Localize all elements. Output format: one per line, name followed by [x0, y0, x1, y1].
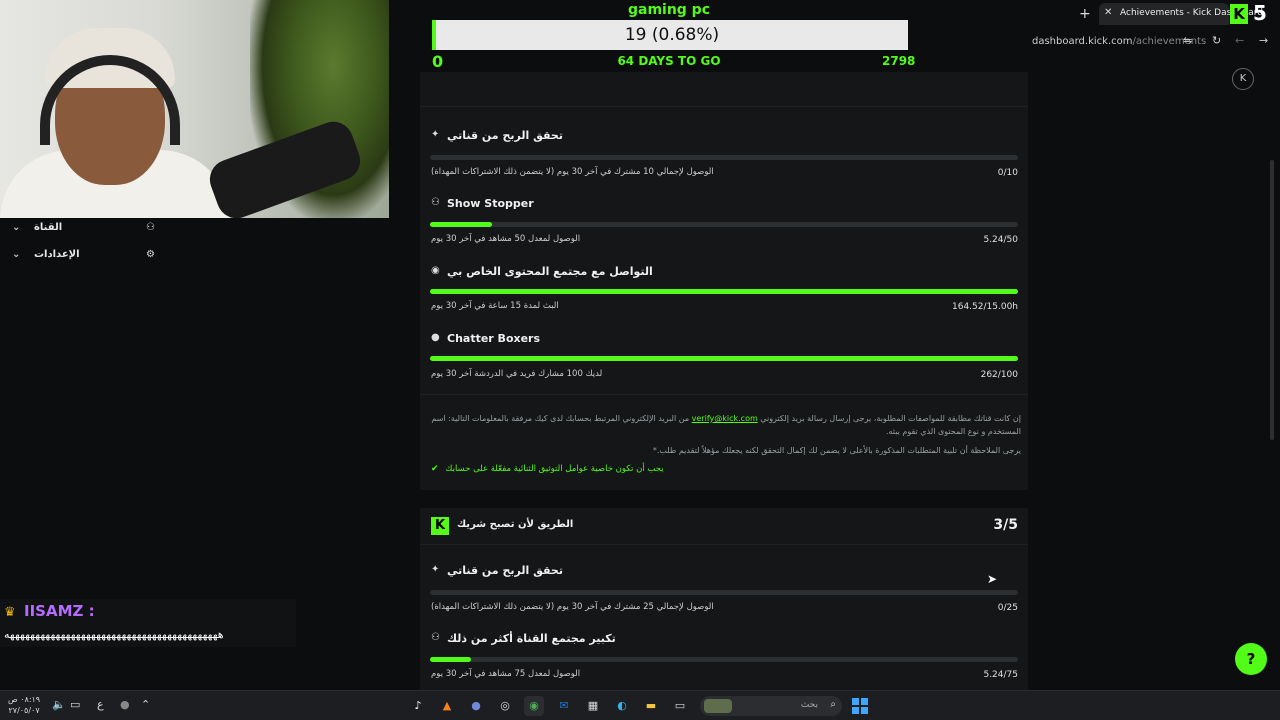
- chat-username: IISAMZ :: [24, 602, 95, 620]
- achievement-progress: [430, 356, 1018, 361]
- verification-disclaimer: يرجى الملاحظة أن تلبية المتطلبات المذكور…: [652, 446, 1021, 455]
- partner-card: ✦ تحقق الربح من قناتي الوصول لإجمالي 25 …: [420, 544, 1028, 690]
- network-icon[interactable]: ▭: [70, 698, 80, 711]
- sidebar-item-label: القناة: [34, 222, 63, 233]
- achievement-title: تحقق الربح من قناتي: [447, 129, 563, 142]
- section-count: 3/5: [993, 517, 1018, 533]
- achievement-title: تكبير مجتمع القناة أكثر من ذلك: [447, 632, 616, 645]
- site-settings-icon[interactable]: ⇋: [1183, 34, 1192, 47]
- chat-message: ♛ IISAMZ : ههههههههههههههههههههههههههههه…: [0, 599, 296, 647]
- chevron-down-icon[interactable]: ⌄: [12, 222, 20, 233]
- mouse-cursor-icon: ➤: [987, 572, 998, 586]
- achievement-progress: [430, 590, 1018, 595]
- browser-tab[interactable]: ✕ Achievements - Kick Dashboard: [1099, 3, 1263, 25]
- achievement-desc: الوصول لمعدل 75 مشاهد في آخر 30 يوم: [431, 669, 581, 679]
- windows-start-icon[interactable]: [852, 698, 868, 714]
- taskview-icon[interactable]: ▭: [670, 696, 690, 716]
- achievement-value: 164.52/15.00h: [952, 302, 1018, 312]
- sparkle-icon: ✦: [431, 129, 440, 140]
- channel-icon: ⚇: [146, 222, 155, 233]
- requirement-item: ✔ يجب أن تكون خاصية عوامل التوثيق الثنائ…: [431, 464, 664, 474]
- help-button[interactable]: ?: [1235, 643, 1267, 675]
- chevron-down-icon[interactable]: ⌄: [12, 249, 20, 260]
- kick-menu-button[interactable]: K: [1232, 68, 1254, 90]
- requirement-text: يجب أن تكون خاصية عوامل التوثيق الثنائية…: [445, 464, 664, 474]
- sidebar-item-channel[interactable]: ⌄ القناة ⚇: [0, 220, 170, 238]
- check-icon: ✔: [431, 464, 439, 474]
- language-indicator[interactable]: ع: [97, 698, 104, 711]
- goal-title: gaming pc: [627, 2, 711, 18]
- tray-chevron-icon[interactable]: ⌃: [141, 698, 150, 711]
- achievement-progress: [430, 289, 1018, 294]
- achievement-value: 262/100: [980, 370, 1018, 380]
- search-icon: ⌕: [830, 699, 836, 710]
- goal-progress-bar: 19 (0.68%): [432, 20, 908, 50]
- verification-note: إن كانت قناتك مطابقة للمواصفات المطلوبة،…: [431, 414, 1021, 436]
- chat-message-text: هههههههههههههههههههههههههههههههههههههههه…: [4, 628, 225, 641]
- scrollbar[interactable]: [1270, 160, 1274, 440]
- taskbar-clock[interactable]: ٠٨:١٩ ص ٢٧/٠٥/٠٧: [8, 694, 40, 716]
- outlook-icon[interactable]: ✉: [554, 696, 574, 716]
- address-bar[interactable]: dashboard.kick.com/achievements: [1032, 36, 1206, 47]
- section-title: الطريق لأن تصبح شريك: [457, 519, 574, 530]
- taskbar: ٠٨:١٩ ص ٢٧/٠٥/٠٧ 🔈 ▭ ع ● ⌃ ♪ ▲ ● ◎ ◉ ✉ ▦…: [0, 690, 1280, 720]
- achievement-desc: الوصول لإجمالي 25 مشترك في آخر 30 يوم (ل…: [431, 602, 714, 612]
- achievement-desc: الوصول لمعدل 50 مشاهد في آخر 30 يوم: [431, 234, 581, 244]
- close-icon[interactable]: ✕: [1104, 7, 1112, 18]
- folder-icon[interactable]: ▬: [641, 696, 661, 716]
- crown-icon: ♛: [4, 605, 16, 620]
- kick-logo: K: [431, 517, 449, 535]
- webcam-feed: [0, 0, 389, 218]
- goal-target-value: 2798: [882, 54, 916, 68]
- gear-icon: ⚙: [146, 249, 155, 260]
- kick-logo: K: [1230, 4, 1248, 24]
- goal-overlay: gaming pc 19 (0.68%) 0 64 DAYS TO GO 279…: [389, 0, 949, 72]
- broadcast-icon: ◉: [431, 265, 440, 276]
- browser-chrome: + ✕ Achievements - Kick Dashboard K 5 da…: [949, 0, 1280, 56]
- achievement-title: Chatter Boxers: [447, 332, 541, 345]
- sidebar-item-settings[interactable]: ⌄ الإعدادات ⚙: [0, 247, 170, 265]
- sparkle-icon: ✦: [431, 564, 440, 575]
- mic-icon[interactable]: ●: [120, 698, 130, 711]
- verify-email-link[interactable]: verify@kick.com: [692, 414, 758, 423]
- reload-icon[interactable]: ↻: [1212, 34, 1221, 47]
- achievement-title: Show Stopper: [447, 197, 534, 210]
- achievements-page: ✦ تحقق الربح من قناتي الوصول لإجمالي 10 …: [389, 72, 1280, 690]
- achievement-title: التواصل مع مجتمع المحتوى الخاص بي: [447, 265, 653, 278]
- verification-card: ✦ تحقق الربح من قناتي الوصول لإجمالي 10 …: [420, 72, 1028, 490]
- partner-section-header: K الطريق لأن تصبح شريك 3/5: [420, 508, 1028, 544]
- achievement-value: 0/10: [997, 168, 1018, 178]
- chat-icon: ●: [431, 332, 440, 343]
- goal-days-left: 64 DAYS TO GO: [617, 54, 721, 68]
- vlc-icon[interactable]: ▲: [437, 696, 457, 716]
- achievement-value: 0/25: [997, 603, 1018, 613]
- achievement-title: تحقق الربح من قناتي: [447, 564, 563, 577]
- speaker-icon[interactable]: 🔈: [52, 698, 66, 711]
- achievement-progress: [430, 222, 1018, 227]
- new-tab-icon[interactable]: +: [1079, 6, 1091, 22]
- users-icon: ⚇: [431, 197, 440, 208]
- users-icon: ⚇: [431, 632, 440, 643]
- search-placeholder: بحث: [800, 700, 818, 710]
- tiktok-icon[interactable]: ♪: [408, 696, 428, 716]
- achievement-progress: [430, 657, 1018, 662]
- achievement-desc: لديك 100 مشارك فريد في الدردشة آخر 30 يو…: [431, 369, 603, 379]
- achievement-desc: البث لمدة 15 ساعة في آخر 30 يوم: [431, 301, 559, 311]
- back-icon[interactable]: ←: [1235, 34, 1244, 47]
- goal-progress-text: 19 (0.68%): [624, 25, 720, 45]
- store-icon[interactable]: ▦: [583, 696, 603, 716]
- achievement-value: 5.24/75: [983, 670, 1018, 680]
- sidebar-item-label: الإعدادات: [34, 249, 80, 260]
- extension-badge[interactable]: 5: [1253, 1, 1267, 25]
- chrome-icon[interactable]: ◉: [524, 696, 544, 716]
- search-highlight-image: [704, 699, 732, 713]
- edge-icon[interactable]: ◐: [612, 696, 632, 716]
- obs-icon[interactable]: ◎: [495, 696, 515, 716]
- achievement-progress: [430, 155, 1018, 160]
- achievement-desc: الوصول لإجمالي 10 مشترك في آخر 30 يوم (ل…: [431, 167, 714, 177]
- achievement-value: 5.24/50: [983, 235, 1018, 245]
- forward-icon[interactable]: →: [1259, 34, 1268, 47]
- taskbar-search[interactable]: بحث ⌕: [700, 696, 842, 716]
- discord-icon[interactable]: ●: [466, 696, 486, 716]
